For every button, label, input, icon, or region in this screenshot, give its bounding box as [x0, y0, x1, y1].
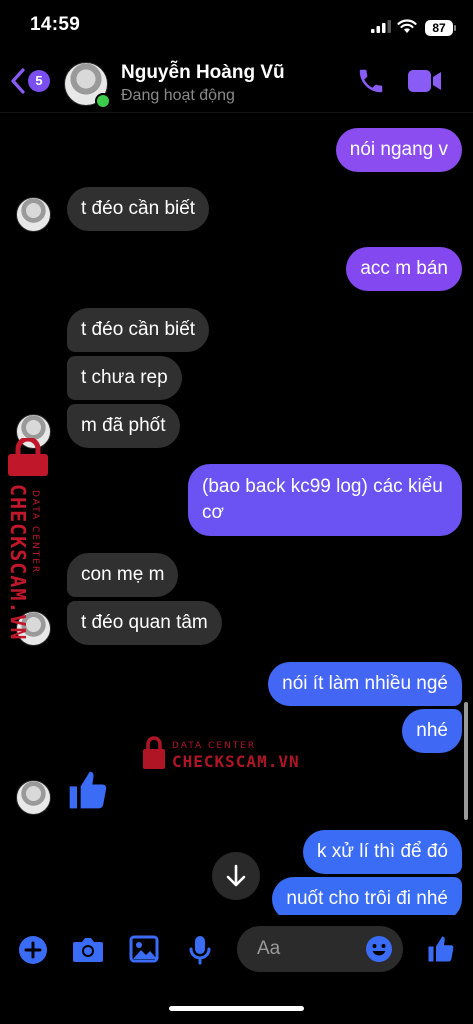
scrollbar[interactable]	[464, 702, 468, 820]
unread-badge: 5	[28, 70, 50, 92]
message-outgoing[interactable]: (bao back kc99 log) các kiểu cơ	[188, 464, 462, 536]
clock: 14:59	[30, 14, 81, 35]
watermark-tagline: DATA CENTER	[172, 741, 257, 751]
phone-call-icon[interactable]	[356, 66, 386, 96]
online-indicator	[95, 93, 111, 109]
cellular-signal-icon	[371, 20, 391, 33]
thumbs-up-icon[interactable]	[426, 933, 456, 965]
sender-avatar[interactable]	[16, 780, 51, 815]
lock-watermark-icon	[143, 736, 165, 769]
composer-bar: Aa	[0, 915, 473, 987]
sender-avatar[interactable]	[16, 197, 51, 232]
message-outgoing[interactable]: acc m bán	[346, 247, 462, 291]
message-incoming[interactable]: con mẹ m	[67, 553, 179, 597]
watermark-tagline: DATA CENTER	[30, 490, 40, 575]
arrow-down-icon	[226, 864, 246, 887]
emoji-icon[interactable]	[365, 935, 393, 963]
message-incoming[interactable]: t đéo quan tâm	[67, 601, 222, 645]
message-outgoing[interactable]: k xử lí thì để đó	[302, 830, 462, 874]
message-input[interactable]: Aa	[237, 926, 403, 972]
video-call-icon[interactable]	[407, 68, 443, 94]
chevron-left-icon	[11, 68, 25, 94]
lock-watermark-icon	[8, 438, 48, 476]
back-button[interactable]: 5	[8, 64, 52, 98]
message-outgoing[interactable]: nhé	[402, 709, 462, 753]
contact-name[interactable]: Nguyễn Hoàng Vũ	[121, 62, 285, 84]
home-indicator[interactable]	[169, 1006, 304, 1011]
message-incoming[interactable]: t chưa rep	[67, 356, 182, 400]
wifi-icon	[397, 19, 417, 33]
status-bar: 14:59 87	[0, 0, 473, 56]
watermark-brand: CHECKSCAM.VN	[172, 752, 300, 771]
scroll-to-bottom-button[interactable]	[212, 852, 260, 900]
microphone-icon[interactable]	[189, 935, 211, 965]
message-incoming[interactable]: t đéo cần biết	[67, 308, 210, 352]
message-outgoing[interactable]: nói ít làm nhiều ngé	[268, 662, 462, 706]
camera-icon[interactable]	[72, 935, 104, 963]
watermark-brand: CHECKSCAM.VN	[6, 484, 30, 641]
contact-status: Đang hoạt động	[121, 87, 235, 104]
chat-header: 5 Nguyễn Hoàng Vũ Đang hoạt động	[0, 56, 473, 113]
message-incoming[interactable]: m đã phốt	[67, 404, 180, 448]
battery-icon: 87	[425, 20, 456, 36]
plus-circle-icon[interactable]	[18, 935, 48, 965]
message-incoming[interactable]: t đéo cần biết	[67, 187, 210, 231]
thumbs-up-icon[interactable]	[66, 768, 110, 812]
image-gallery-icon[interactable]	[129, 935, 159, 963]
message-outgoing[interactable]: nói ngang v	[335, 128, 462, 172]
message-input-placeholder: Aa	[257, 938, 281, 959]
